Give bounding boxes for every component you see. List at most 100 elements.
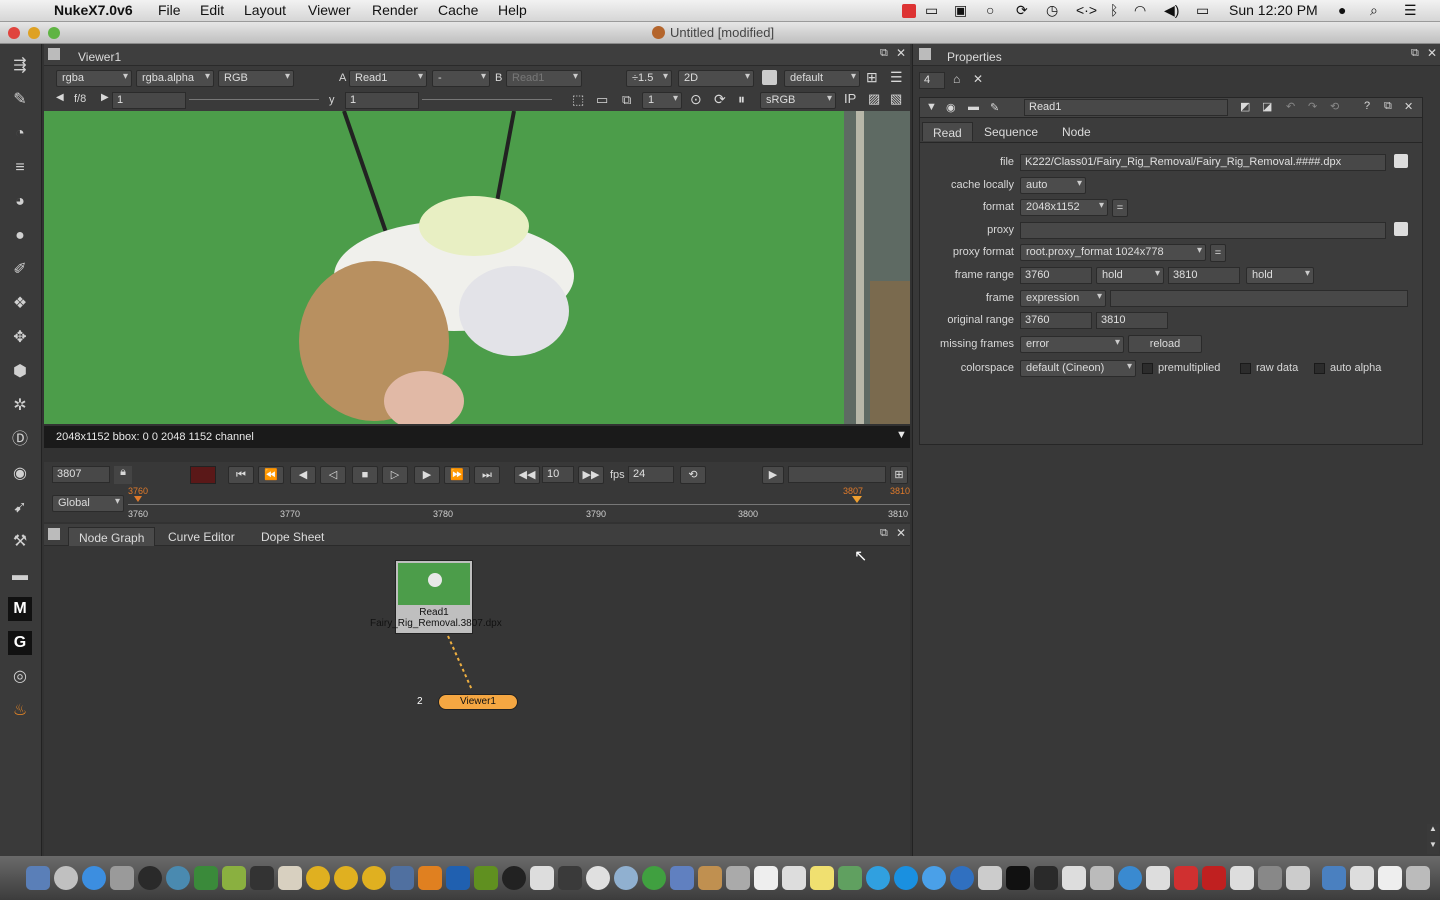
proxy-scale-dropdown[interactable]: 1 — [642, 92, 682, 109]
sync-icon[interactable]: ⟳ — [1016, 2, 1028, 19]
skip-back-icon[interactable]: ◀◀ — [514, 466, 540, 484]
viewer-canvas[interactable] — [44, 111, 910, 424]
current-frame-field[interactable]: 3807 — [52, 466, 110, 483]
finder-icon[interactable] — [26, 866, 50, 890]
frame-start-field[interactable]: 3760 — [1020, 267, 1092, 284]
skip-forward-icon[interactable]: ▶▶ — [578, 466, 604, 484]
record-button[interactable] — [190, 466, 216, 484]
timeline-menu-icon[interactable]: ⊞ — [890, 466, 908, 484]
orig-start-field[interactable]: 3760 — [1020, 312, 1092, 329]
refresh-icon[interactable]: ⟳ — [714, 91, 726, 108]
viewer-colorspace-dropdown[interactable]: sRGB — [760, 92, 836, 109]
roi-icon[interactable]: ⊞ — [866, 69, 878, 86]
time-machine-icon[interactable]: ◷ — [1046, 2, 1058, 19]
safari-icon[interactable] — [82, 866, 106, 890]
close-node-icon[interactable]: ✕ — [1404, 100, 1413, 113]
step-forward-icon[interactable]: ▷ — [382, 466, 408, 484]
tab-viewer1[interactable]: Viewer1 — [68, 47, 131, 66]
stickies-icon[interactable] — [810, 866, 834, 890]
app-icon[interactable] — [1090, 866, 1114, 890]
display-icon[interactable]: ▭ — [925, 2, 938, 19]
tab-node-graph[interactable]: Node Graph — [68, 527, 156, 546]
help-icon[interactable]: ? — [1364, 100, 1370, 112]
zoom-icon[interactable] — [48, 27, 60, 39]
transform-icon[interactable]: ✥ — [8, 326, 32, 350]
app-icon[interactable] — [950, 866, 974, 890]
minimize-icon[interactable] — [28, 27, 40, 39]
tab-properties[interactable]: Properties — [937, 47, 1012, 66]
app-icon[interactable] — [530, 866, 554, 890]
particles-icon[interactable]: ✲ — [8, 394, 32, 418]
chat-icon[interactable]: ○ — [986, 2, 994, 18]
range-mode-dropdown[interactable]: Global — [52, 495, 124, 512]
frame-expression-field[interactable] — [1110, 290, 1408, 307]
menu-help[interactable]: Help — [498, 2, 527, 18]
close-panel-icon[interactable]: ✕ — [1427, 46, 1437, 60]
user-icon[interactable]: ● — [1338, 2, 1346, 18]
app-icon[interactable] — [1258, 866, 1282, 890]
time-icon[interactable]: ◔ — [8, 122, 32, 146]
fps-field[interactable]: 24 — [628, 466, 674, 483]
timeline-extra-field[interactable] — [788, 466, 886, 483]
deep-icon[interactable]: Ⓓ — [8, 428, 32, 452]
tab-sequence[interactable]: Sequence — [974, 122, 1048, 141]
app-icon[interactable] — [1230, 866, 1254, 890]
acrobat-icon[interactable] — [1174, 866, 1198, 890]
app-icon[interactable] — [838, 866, 862, 890]
app-icon[interactable] — [670, 866, 694, 890]
float-panel-icon[interactable]: ⧉ — [1411, 47, 1419, 60]
step-field[interactable]: 10 — [542, 466, 574, 483]
downloads-icon[interactable] — [1378, 866, 1402, 890]
in-marker-icon[interactable] — [134, 496, 142, 502]
raw-data-checkbox[interactable] — [1240, 363, 1251, 374]
dvd-icon[interactable] — [138, 866, 162, 890]
panel-menu-icon[interactable] — [919, 48, 931, 60]
node-color-icon[interactable]: ◉ — [946, 101, 956, 114]
tab-dope-sheet[interactable]: Dope Sheet — [251, 527, 334, 546]
downrez-dropdown[interactable]: ÷1.5 — [626, 70, 672, 87]
tab-node[interactable]: Node — [1052, 122, 1101, 141]
app-icon[interactable] — [222, 866, 246, 890]
auto-alpha-checkbox[interactable] — [1314, 363, 1325, 374]
app-icon[interactable] — [978, 866, 1002, 890]
missing-frames-dropdown[interactable]: error — [1020, 336, 1124, 353]
cache-dropdown[interactable]: auto — [1020, 177, 1086, 194]
battery-icon[interactable]: ▭ — [1196, 2, 1209, 19]
menu-cache[interactable]: Cache — [438, 2, 478, 18]
flame-icon[interactable]: ♨ — [8, 699, 32, 723]
input-a-dropdown[interactable]: Read1 — [349, 70, 427, 87]
proxy-folder-icon[interactable] — [1394, 222, 1408, 236]
float-panel-icon[interactable]: ⧉ — [880, 47, 888, 60]
node-link-icon[interactable]: ▬ — [968, 101, 979, 113]
applications-folder-icon[interactable] — [1322, 866, 1346, 890]
scroll-down-icon[interactable]: ▼ — [1429, 840, 1437, 849]
input-b-dropdown[interactable]: Read1 — [506, 70, 582, 87]
filter-icon[interactable]: ● — [8, 224, 32, 248]
playhead-icon[interactable] — [852, 496, 862, 503]
first-frame-icon[interactable]: ⏮ — [228, 466, 254, 484]
redo-icon[interactable]: ↷ — [1308, 100, 1317, 113]
panel-menu-icon[interactable] — [48, 48, 60, 60]
viewer-node[interactable]: Viewer1 — [438, 694, 518, 710]
system-prefs-icon[interactable] — [110, 866, 134, 890]
colorspace-dropdown[interactable]: default (Cineon) — [1020, 360, 1136, 377]
gain-field[interactable]: 1 — [112, 92, 186, 109]
scroll-up-icon[interactable]: ▲ — [1429, 824, 1437, 833]
proxy-field[interactable] — [1020, 222, 1386, 239]
gain-slider[interactable] — [189, 99, 319, 100]
fstop-value[interactable]: f/8 — [74, 93, 86, 105]
proxy-icon[interactable]: ⧉ — [622, 92, 631, 108]
color-icon[interactable]: ◕ — [8, 190, 32, 214]
stop-icon[interactable]: ■ — [352, 466, 378, 484]
fstop-prev-icon[interactable]: ◀ — [56, 92, 64, 103]
3d-icon[interactable]: ⬢ — [8, 360, 32, 384]
revert-icon[interactable]: ⟲ — [1330, 100, 1339, 113]
timeline-ruler[interactable]: 3760 3807 3810 3760 3770 3780 3790 3800 … — [128, 486, 910, 522]
node-name-field[interactable]: Read1 — [1024, 99, 1228, 116]
file-field[interactable]: K222/Class01/Fairy_Rig_Removal/Fairy_Rig… — [1020, 154, 1386, 171]
properties-scrollbar[interactable]: ▲ ▼ — [1427, 824, 1439, 854]
ip-icon[interactable]: IP — [844, 91, 856, 106]
close-panel-icon[interactable]: ✕ — [896, 46, 906, 60]
float-node-icon[interactable]: ⧉ — [1384, 100, 1392, 113]
loop-icon[interactable]: ⟲ — [680, 466, 706, 484]
